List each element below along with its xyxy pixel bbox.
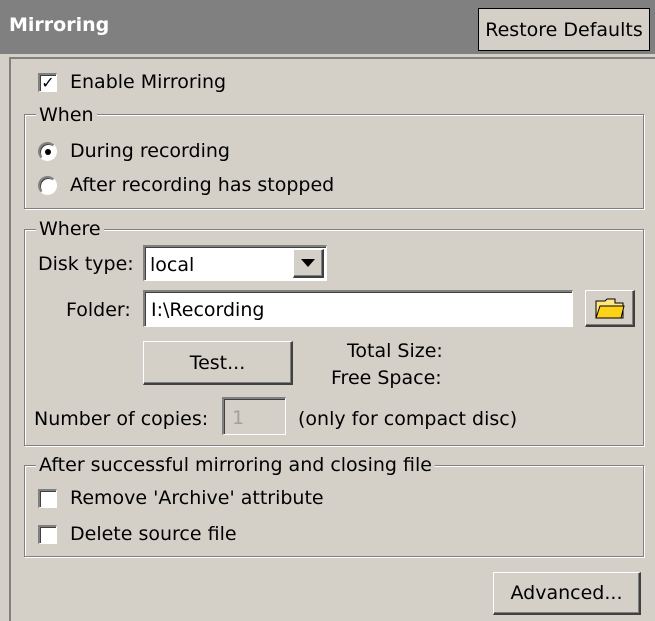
browse-folder-button[interactable]: [585, 290, 635, 327]
delete-source-checkbox[interactable]: [38, 525, 57, 544]
disk-type-label: Disk type:: [38, 253, 134, 275]
test-button[interactable]: Test...: [143, 341, 293, 385]
during-recording-label: During recording: [70, 140, 230, 162]
advanced-button[interactable]: Advanced...: [493, 572, 641, 615]
delete-source-label: Delete source file: [70, 523, 237, 545]
remove-archive-label: Remove 'Archive' attribute: [70, 487, 324, 509]
remove-archive-checkbox[interactable]: [38, 489, 57, 508]
folder-browse-icon: [594, 298, 625, 319]
folder-label: Folder:: [66, 299, 131, 321]
copies-note: (only for compact disc): [298, 408, 518, 430]
disk-type-value: local: [150, 254, 195, 276]
checkmark-icon: ✓: [41, 73, 55, 92]
folder-value: I:\Recording: [151, 299, 265, 321]
after-legend: After successful mirroring and closing f…: [36, 454, 435, 476]
copies-value: 1: [232, 407, 245, 429]
section-title: Mirroring: [9, 14, 110, 36]
copies-label: Number of copies:: [34, 408, 209, 430]
copies-input[interactable]: 1: [222, 397, 286, 435]
disk-type-select[interactable]: local: [143, 245, 327, 281]
when-legend: When: [36, 104, 97, 126]
total-size-label: Total Size:: [347, 340, 443, 362]
enable-mirroring-checkbox[interactable]: ✓: [38, 73, 57, 92]
during-recording-radio[interactable]: [38, 142, 57, 161]
folder-input[interactable]: I:\Recording: [143, 290, 573, 327]
after-recording-radio[interactable]: [38, 176, 57, 195]
where-legend: Where: [36, 218, 104, 240]
restore-defaults-button[interactable]: Restore Defaults: [478, 8, 650, 51]
chevron-down-icon[interactable]: [293, 249, 324, 278]
free-space-label: Free Space:: [331, 367, 442, 389]
enable-mirroring-label: Enable Mirroring: [70, 71, 227, 93]
after-recording-label: After recording has stopped: [70, 174, 335, 196]
